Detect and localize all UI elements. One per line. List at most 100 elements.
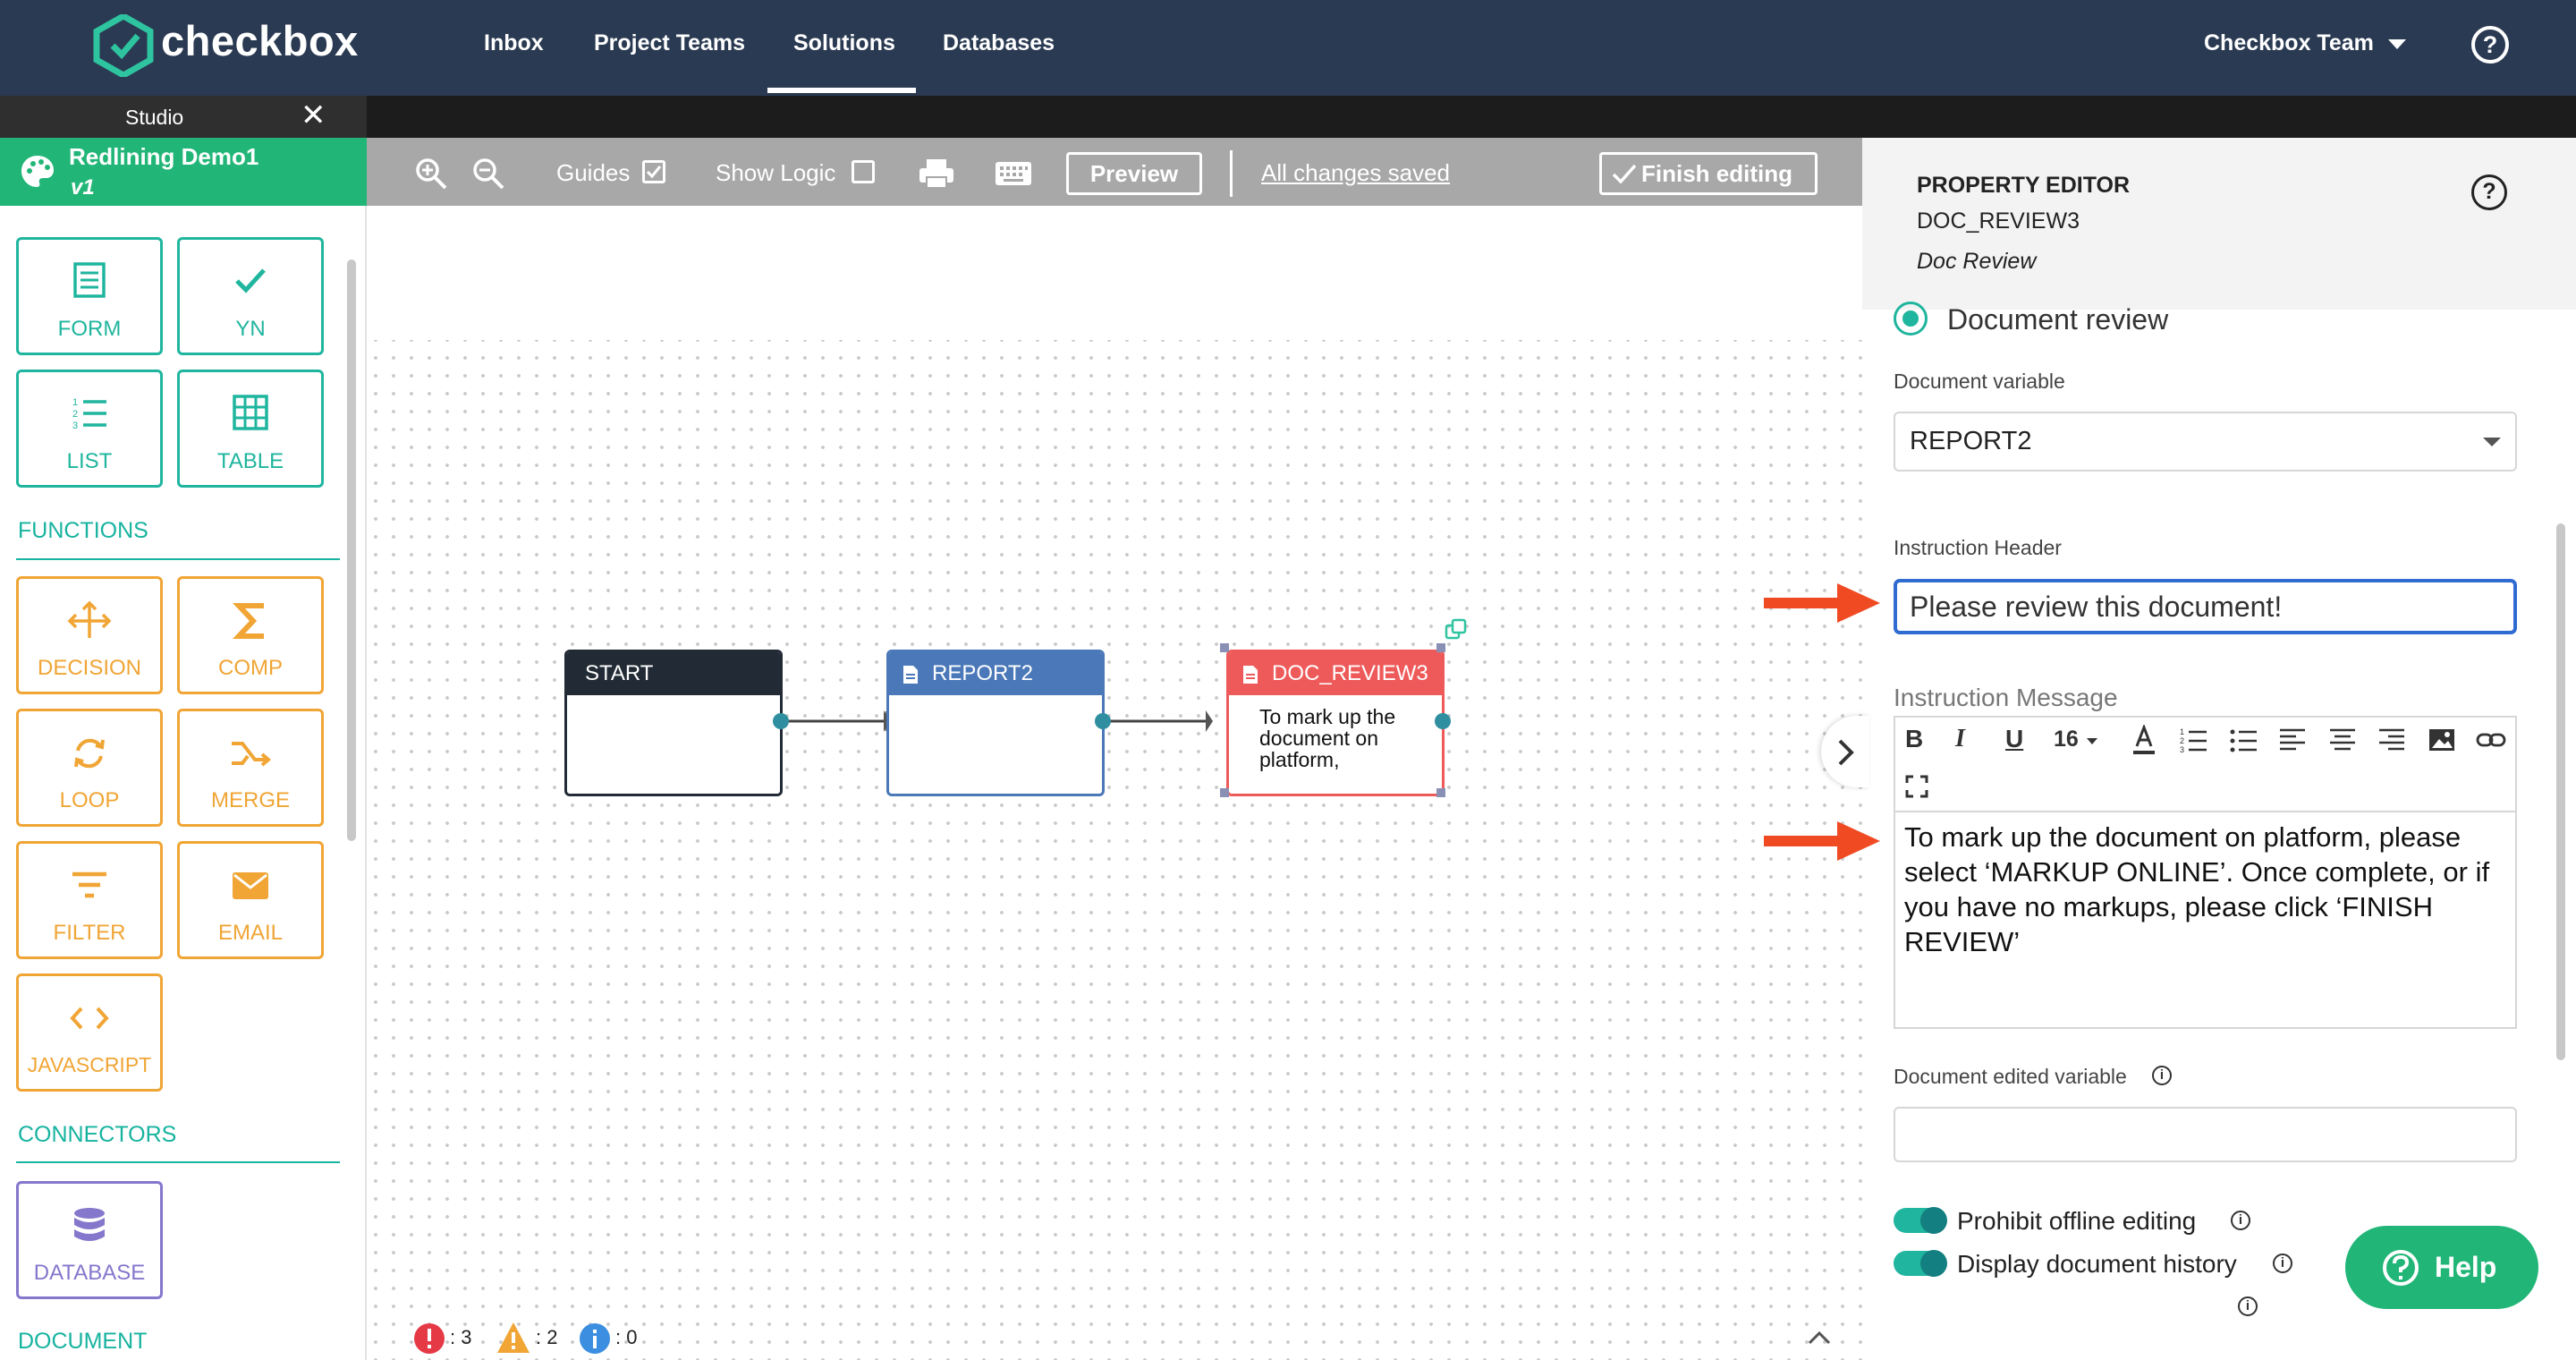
loop-arrows-icon: [74, 738, 105, 769]
tile-database[interactable]: DATABASE: [16, 1181, 163, 1299]
node-body-text: To mark up the document on platform,: [1259, 705, 1396, 771]
ordered-list-icon[interactable]: 123: [2179, 727, 2207, 753]
italic-icon[interactable]: I: [1955, 725, 1965, 753]
section-label-connectors: CONNECTORS: [18, 1122, 177, 1147]
tile-list[interactable]: 123 LIST: [16, 370, 163, 488]
filter-icon: [72, 871, 106, 898]
text-color-icon[interactable]: [2131, 725, 2157, 757]
document-edited-variable-input[interactable]: [1894, 1107, 2517, 1162]
fullscreen-icon[interactable]: [1905, 775, 1928, 798]
info-icon[interactable]: i: [2238, 1296, 2258, 1316]
instruction-header-input[interactable]: Please review this document!: [1894, 579, 2517, 634]
duplicate-icon[interactable]: [1444, 617, 1469, 642]
preview-button[interactable]: Preview: [1066, 152, 1202, 195]
flow-node-start[interactable]: START: [564, 650, 783, 796]
show-logic-label: Show Logic: [716, 159, 836, 186]
checkbox-logo-icon[interactable]: [93, 14, 154, 77]
bullet-list-icon[interactable]: [2229, 727, 2258, 753]
warning-count: : 2: [536, 1326, 558, 1348]
resize-handle[interactable]: [1436, 788, 1445, 797]
help-button[interactable]: Help: [2345, 1226, 2538, 1309]
output-port[interactable]: [1095, 713, 1111, 729]
guides-checkbox[interactable]: [642, 160, 665, 183]
flow-node-report2[interactable]: REPORT2: [886, 650, 1105, 796]
help-circle-icon[interactable]: ?: [2471, 174, 2507, 210]
error-icon[interactable]: [413, 1322, 445, 1355]
tile-decision[interactable]: DECISION: [16, 576, 163, 694]
zoom-in-icon[interactable]: [413, 156, 449, 191]
section-label-functions: FUNCTIONS: [18, 518, 148, 543]
palette-icon[interactable]: [20, 154, 55, 190]
tile-comp[interactable]: COMP: [177, 576, 324, 694]
canvas-top-margin: [367, 206, 1862, 340]
node-title: START: [567, 652, 780, 695]
form-icon: [73, 262, 106, 298]
document-variable-select[interactable]: REPORT2: [1894, 412, 2517, 472]
image-icon[interactable]: [2428, 727, 2456, 753]
zoom-out-icon[interactable]: [470, 156, 506, 191]
underline-icon[interactable]: U: [2005, 725, 2023, 753]
nav-link-project-teams[interactable]: Project Teams: [594, 30, 745, 56]
svg-text:2: 2: [72, 409, 78, 420]
link-icon[interactable]: [2476, 727, 2506, 753]
caret-down-icon[interactable]: [2388, 39, 2406, 49]
flow-node-doc-review3[interactable]: DOC_REVIEW3 To mark up the document on p…: [1226, 650, 1445, 796]
output-port[interactable]: [1435, 713, 1451, 729]
tile-javascript[interactable]: JAVASCRIPT: [16, 973, 163, 1092]
merge-shuffle-icon: [232, 742, 272, 767]
tile-yn[interactable]: YN: [177, 237, 324, 355]
warning-icon[interactable]: [496, 1321, 531, 1355]
nav-link-databases[interactable]: Databases: [943, 30, 1055, 56]
info-icon[interactable]: i: [2273, 1254, 2292, 1273]
resize-handle[interactable]: [1436, 643, 1445, 652]
align-right-icon[interactable]: [2377, 727, 2406, 753]
tile-form[interactable]: FORM: [16, 237, 163, 355]
tile-table[interactable]: TABLE: [177, 370, 324, 488]
brand-logo-text[interactable]: checkbox: [161, 16, 359, 65]
info-icon[interactable]: [579, 1322, 611, 1355]
bold-icon[interactable]: B: [1905, 725, 1923, 753]
caret-down-icon[interactable]: [2483, 438, 2501, 446]
nav-link-inbox[interactable]: Inbox: [484, 30, 544, 56]
instruction-header-label: Instruction Header: [1894, 536, 2062, 559]
active-nav-indicator: [767, 88, 916, 93]
tile-filter[interactable]: FILTER: [16, 841, 163, 959]
instruction-message-editor[interactable]: To mark up the document on platform, ple…: [1894, 811, 2517, 1029]
tile-label: JAVASCRIPT: [27, 1053, 152, 1076]
output-port[interactable]: [773, 713, 789, 729]
save-status-link[interactable]: All changes saved: [1261, 159, 1450, 187]
tile-label: DATABASE: [33, 1261, 146, 1285]
section-divider: [16, 558, 340, 560]
close-icon[interactable]: ✕: [301, 100, 326, 131]
svg-text:1: 1: [2180, 727, 2184, 736]
resize-handle[interactable]: [1220, 788, 1229, 797]
resize-handle[interactable]: [1220, 643, 1229, 652]
caret-down-icon[interactable]: [2087, 738, 2097, 744]
print-icon[interactable]: [918, 157, 955, 190]
radio-selected-dot: [1902, 310, 1919, 327]
info-icon[interactable]: i: [2231, 1211, 2250, 1230]
tile-label: MERGE: [210, 788, 290, 812]
node-id: DOC_REVIEW3: [1917, 208, 2080, 234]
nav-link-solutions[interactable]: Solutions: [793, 30, 895, 56]
align-left-icon[interactable]: [2278, 727, 2307, 753]
finish-editing-button[interactable]: Finish editing: [1599, 152, 1818, 195]
font-size-select[interactable]: 16: [2054, 727, 2079, 752]
document-icon: [1243, 666, 1258, 684]
help-circle-icon[interactable]: ?: [2471, 26, 2509, 64]
panel-scrollbar[interactable]: [2556, 523, 2565, 1060]
tile-loop[interactable]: LOOP: [16, 709, 163, 827]
show-logic-checkbox[interactable]: [852, 160, 875, 183]
tile-email[interactable]: EMAIL: [177, 841, 324, 959]
align-center-icon[interactable]: [2328, 727, 2357, 753]
chevron-up-icon[interactable]: [1807, 1330, 1832, 1346]
tile-merge[interactable]: MERGE: [177, 709, 324, 827]
checkmark-icon: [646, 166, 662, 179]
keyboard-icon[interactable]: [995, 161, 1032, 186]
document-review-label: Document review: [1947, 303, 2169, 336]
team-selector[interactable]: Checkbox Team: [2204, 30, 2374, 56]
info-icon[interactable]: i: [2152, 1066, 2172, 1085]
document-variable-label: Document variable: [1894, 370, 2065, 393]
sidebar-scrollbar[interactable]: [347, 259, 356, 841]
finish-editing-label: Finish editing: [1641, 160, 1792, 187]
